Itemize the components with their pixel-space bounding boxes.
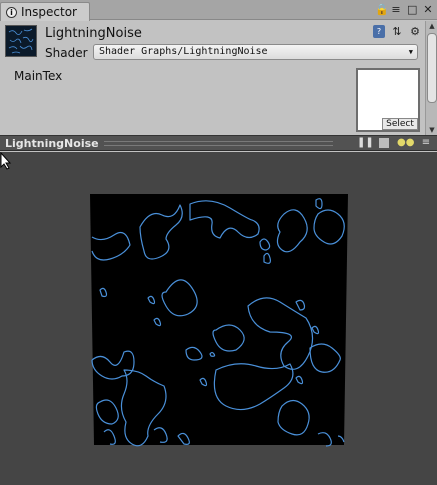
tab-label: Inspector — [21, 5, 77, 19]
maintex-label: MainTex — [14, 69, 63, 83]
menu-icon[interactable]: ≡ — [391, 3, 401, 16]
preview-header: LightningNoise ❚❚ ●● ≡ — [0, 135, 437, 151]
preview-title: LightningNoise — [5, 137, 99, 150]
maximize-icon[interactable]: □ — [407, 3, 417, 16]
light-icon[interactable]: ●● — [397, 137, 414, 149]
shader-dropdown[interactable]: Shader Graphs/LightningNoise ▼ — [93, 44, 418, 60]
material-properties: MainTex Select — [0, 65, 425, 135]
tab-bar: i Inspector 🔒 ≡ □ ✕ — [0, 0, 437, 21]
scroll-up-icon[interactable]: ▲ — [426, 21, 437, 31]
plane-icon[interactable] — [379, 138, 389, 148]
lock-icon[interactable]: 🔒 — [375, 3, 389, 16]
settings-sliders-icon[interactable]: ⇅ — [391, 25, 403, 38]
window-controls: 🔒 ≡ □ ✕ — [375, 3, 433, 16]
thumbnail-noise-image — [8, 28, 34, 54]
close-icon[interactable]: ✕ — [423, 3, 433, 16]
pause-icon[interactable]: ❚❚ — [357, 137, 374, 149]
gear-icon[interactable]: ⚙ — [409, 25, 421, 38]
material-thumbnail — [5, 25, 37, 57]
tab-inspector[interactable]: i Inspector — [0, 2, 90, 21]
info-icon: i — [6, 6, 17, 18]
maintex-texture-slot[interactable]: Select — [356, 68, 420, 132]
scroll-thumb[interactable] — [427, 33, 437, 103]
shader-label: Shader — [45, 46, 88, 60]
mouse-cursor-icon — [0, 152, 12, 170]
material-name: LightningNoise — [45, 26, 142, 41]
header-icons: ? ⇅ ⚙ — [373, 25, 421, 38]
preview-area[interactable] — [0, 152, 437, 485]
inspector-scrollbar[interactable]: ▲ ▼ — [425, 21, 437, 135]
shader-dropdown-value: Shader Graphs/LightningNoise — [99, 46, 268, 57]
preview-controls: ❚❚ ●● ≡ — [357, 137, 433, 149]
menu-icon[interactable]: ≡ — [419, 137, 433, 149]
preview-resize-grip[interactable] — [104, 141, 333, 146]
texture-select-button[interactable]: Select — [382, 118, 418, 130]
dropdown-arrow-icon: ▼ — [408, 48, 413, 56]
help-book-icon[interactable]: ? — [373, 25, 385, 38]
scroll-down-icon[interactable]: ▼ — [426, 125, 437, 135]
material-header: LightningNoise Shader Shader Graphs/Ligh… — [0, 21, 425, 65]
preview-noise-image — [90, 194, 348, 447]
